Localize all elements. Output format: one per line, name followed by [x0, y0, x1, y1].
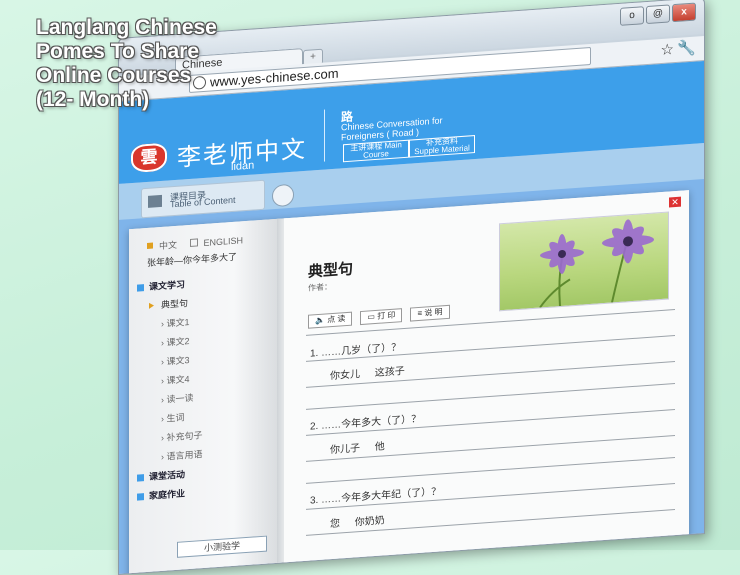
author-label: 作者： — [308, 282, 332, 293]
read-aloud-button[interactable]: 🔈 点 读 — [308, 311, 353, 329]
answer-1: 你女儿 这孩子 — [330, 365, 405, 383]
page-title: 典型句 — [308, 260, 354, 281]
promo-text: Langlang Chinese Pomes To Share Online C… — [36, 16, 217, 112]
promo-line-4: (12- Month) — [36, 88, 150, 111]
maximize-button[interactable]: @ — [646, 4, 670, 25]
table-of-content-tab[interactable]: 课程目录 Table of Content — [141, 179, 294, 219]
question-2: 2. ……今年多大（了）？ — [310, 413, 422, 433]
lesson-menu: 课文学习 典型句 › 课文1 › 课文2 › 课文3 › 课文4 › 读一读 ›… — [137, 274, 203, 507]
site-logo[interactable]: 雲 — [131, 142, 167, 174]
minimize-button[interactable]: o — [620, 6, 644, 26]
instructions-button[interactable]: ≡ 说 明 — [410, 304, 450, 322]
lesson-name: 张年龄—你今年多大了 — [147, 251, 238, 268]
url-text: www.yes-chinese.com — [210, 65, 339, 90]
print-button[interactable]: ▭ 打 印 — [360, 308, 403, 326]
promo-line-3: Online Courses — [36, 64, 192, 87]
supplemental-material-button[interactable]: 补充资料 Supple Material — [409, 135, 475, 158]
answer-3: 您 你奶奶 — [330, 515, 385, 531]
close-icon[interactable]: ✕ — [669, 196, 681, 208]
radio-english-icon[interactable] — [189, 238, 198, 247]
rule-line — [306, 457, 675, 484]
wrench-icon[interactable]: 🔧 — [677, 39, 696, 58]
header-divider — [324, 109, 325, 162]
window-controls: o @ x — [620, 2, 696, 26]
lang-chinese[interactable]: 中文 — [159, 240, 177, 251]
seal-icon — [272, 183, 294, 208]
promo-line-1: Langlang Chinese — [36, 16, 217, 39]
list-icon — [148, 194, 162, 208]
lang-english[interactable]: ENGLISH — [204, 235, 244, 248]
menu-item-homework[interactable]: 家庭作业 — [137, 483, 203, 507]
flower-illustration — [539, 219, 654, 309]
flower-image — [499, 211, 669, 312]
radio-chinese-icon[interactable] — [147, 242, 153, 249]
bookmark-star-icon[interactable]: ☆ — [661, 40, 674, 59]
close-window-button[interactable]: x — [672, 2, 696, 23]
main-course-button[interactable]: 主讲课程 Main Course — [343, 139, 409, 163]
answer-2: 你儿子 他 — [330, 441, 385, 457]
toc-label-en: Table of Content — [170, 194, 236, 210]
page-tools: 🔈 点 读 ▭ 打 印 ≡ 说 明 — [308, 304, 450, 329]
rule-line — [306, 383, 675, 410]
left-page-menu: 中文 ENGLISH 张年龄—你今年多大了 课文学习 典型句 › 课文1 › 课… — [129, 218, 280, 574]
quiz-button[interactable]: 小测验学 — [177, 535, 267, 558]
promo-line-2: Pomes To Share — [36, 40, 199, 63]
page-content: 雲 李老师中文 lidan 路 Chinese Conversation for… — [119, 61, 704, 574]
brand-subtitle: lidan — [231, 159, 255, 174]
book-reader: 中文 ENGLISH 张年龄—你今年多大了 课文学习 典型句 › 课文1 › 课… — [129, 190, 689, 574]
right-page-content: ✕ 典型句 作者： 🔈 点 读 ▭ 打 印 ≡ 说 明 1. ……几岁（了）？ … — [284, 190, 689, 574]
